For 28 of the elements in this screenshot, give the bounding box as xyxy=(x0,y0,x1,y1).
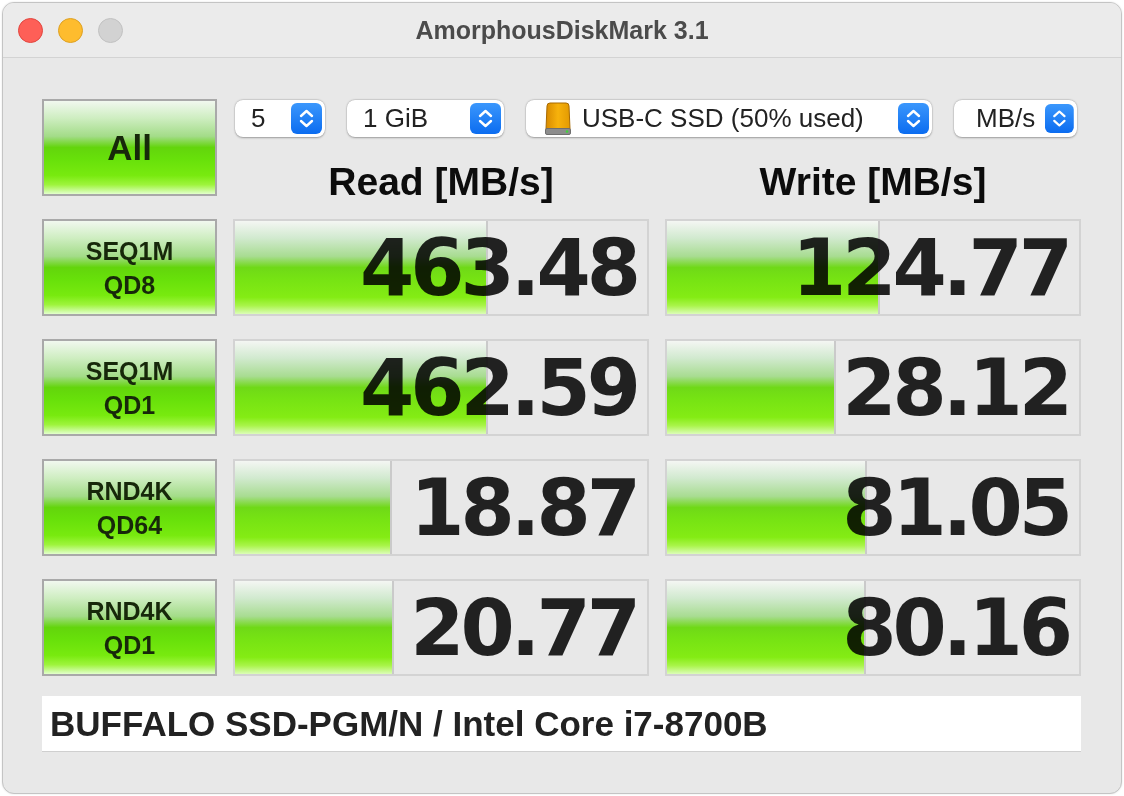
stepper-icon xyxy=(1045,103,1074,134)
stepper-icon xyxy=(470,103,501,134)
result-value: 81.05 xyxy=(842,468,1069,547)
result-value: 462.59 xyxy=(360,348,637,427)
test-button[interactable]: SEQ1M QD1 xyxy=(42,339,217,436)
result-value: 124.77 xyxy=(792,228,1069,307)
comment-field[interactable]: BUFFALO SSD-PGM/N / Intel Core i7-8700B xyxy=(42,696,1081,752)
result-value: 80.16 xyxy=(842,588,1069,667)
all-tests-button[interactable]: All xyxy=(42,99,217,196)
stepper-icon xyxy=(291,103,322,134)
popup-button[interactable]: 1 GiB xyxy=(347,100,504,137)
test-button[interactable]: RND4K QD64 xyxy=(42,459,217,556)
column-header: Read [MB/s] xyxy=(328,160,554,204)
popup-button[interactable]: MB/s xyxy=(954,100,1077,137)
test-button[interactable]: RND4K QD1 xyxy=(42,579,217,676)
result-value: 18.87 xyxy=(410,468,637,547)
popup-button[interactable]: USB-C SSD (50% used) xyxy=(526,100,932,137)
close-button[interactable] xyxy=(18,17,43,43)
test-button[interactable]: SEQ1M QD8 xyxy=(42,219,217,316)
result-value: 463.48 xyxy=(360,228,637,307)
window-title: AmorphousDiskMark 3.1 xyxy=(415,15,709,45)
stepper-icon xyxy=(898,103,929,134)
minimize-button[interactable] xyxy=(58,17,83,43)
column-header: Write [MB/s] xyxy=(759,160,987,204)
result-value: 20.77 xyxy=(410,588,637,667)
result-value: 28.12 xyxy=(842,348,1069,427)
external-drive-icon xyxy=(544,102,572,135)
popup-button[interactable]: 5 xyxy=(235,100,325,137)
